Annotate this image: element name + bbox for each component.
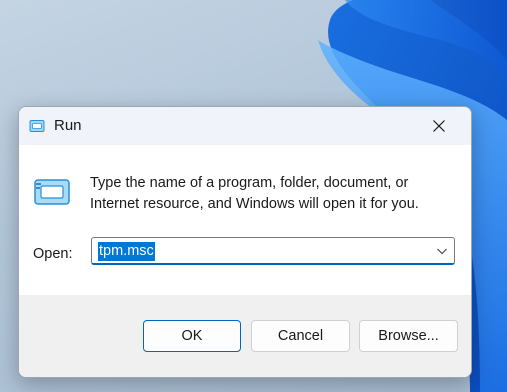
open-label: Open: (33, 246, 73, 262)
close-icon (433, 120, 445, 132)
title-bar[interactable]: Run (19, 107, 471, 145)
open-input-value[interactable]: tpm.msc (98, 242, 155, 261)
cancel-button[interactable]: Cancel (251, 320, 350, 352)
run-dialog: Run Type the name of a program, folder, … (18, 106, 472, 378)
dialog-description: Type the name of a program, folder, docu… (90, 175, 419, 212)
open-combobox[interactable]: tpm.msc (91, 237, 455, 265)
close-button[interactable] (411, 109, 467, 143)
window-title: Run (54, 117, 82, 134)
dialog-body: Type the name of a program, folder, docu… (19, 145, 471, 295)
browse-button[interactable]: Browse... (359, 320, 458, 352)
ok-button[interactable]: OK (143, 320, 241, 352)
chevron-down-icon[interactable] (436, 246, 448, 256)
dialog-footer: OK Cancel Browse... (19, 295, 471, 377)
run-icon (34, 179, 70, 205)
run-icon (29, 120, 45, 132)
